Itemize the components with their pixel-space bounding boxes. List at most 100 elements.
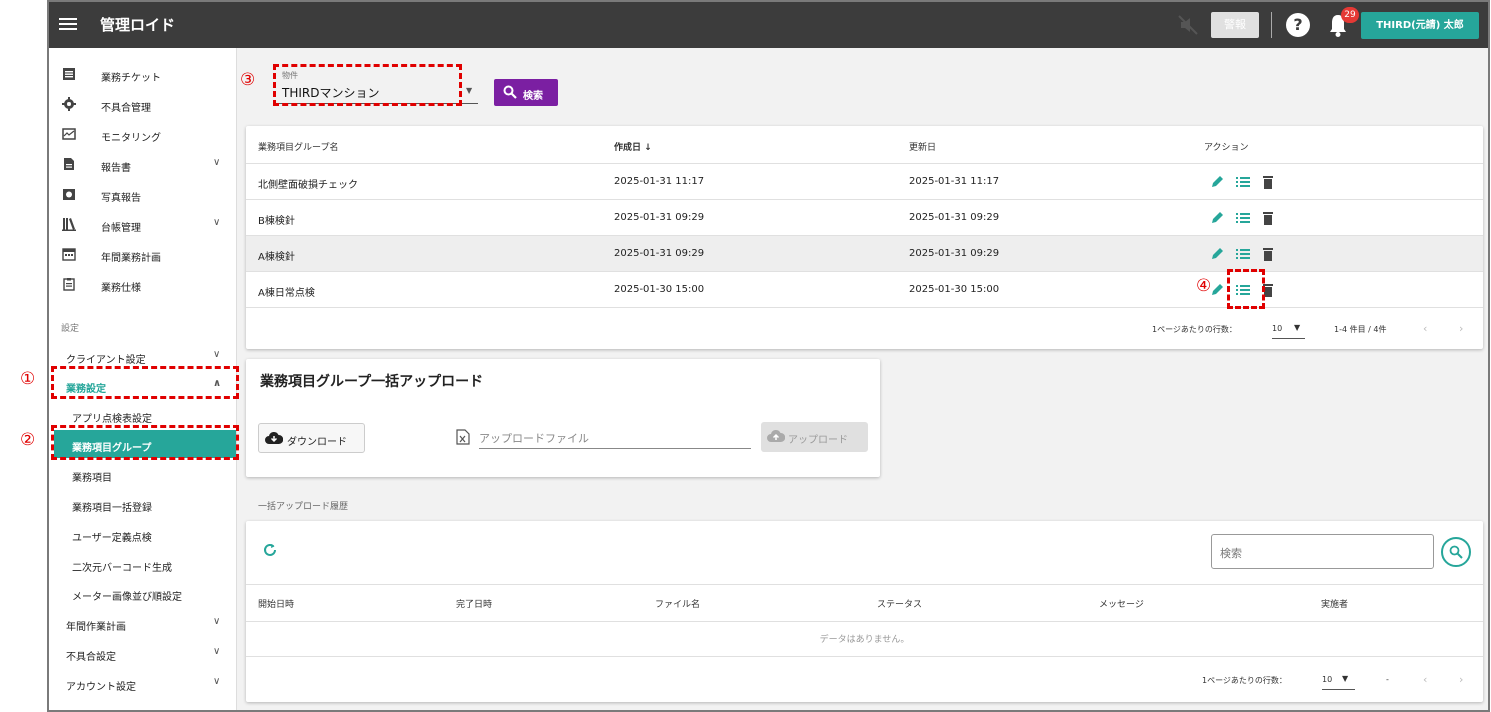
- help-icon[interactable]: ?: [1286, 13, 1310, 37]
- column-header: 業務項目グループ名: [258, 143, 339, 153]
- sidebar-item-label: 業務項目: [72, 473, 112, 484]
- sidebar-subitem-items[interactable]: 業務項目: [49, 460, 237, 488]
- table-row[interactable]: A棟検針 2025-01-31 09:29 2025-01-31 09:29: [246, 235, 1483, 271]
- chevron-down-icon: ∨: [213, 646, 221, 657]
- column-header: 実施者: [1321, 600, 1349, 610]
- clipboard-icon: [63, 278, 75, 291]
- upload-file-field[interactable]: アップロードファイル: [479, 425, 751, 449]
- excel-file-icon: [456, 429, 470, 445]
- chevron-down-icon: ∨: [213, 616, 221, 627]
- history-search-input[interactable]: 検索: [1211, 534, 1434, 569]
- search-button-label: 検索: [523, 91, 543, 102]
- sidebar-item-label: 写真報告: [101, 193, 141, 204]
- column-header: 更新日: [909, 143, 937, 153]
- dropdown-arrow-icon[interactable]: ▼: [1294, 323, 1300, 332]
- notification-badge: 29: [1341, 7, 1359, 23]
- sidebar-item-monitoring[interactable]: モニタリング: [49, 122, 237, 148]
- sidebar-item-label: メーター画像並び順設定: [72, 592, 182, 603]
- sidebar-subitem-user-defined-check[interactable]: ユーザー定義点検: [49, 520, 237, 548]
- sidebar-item-label: アプリ点検表設定: [72, 414, 152, 425]
- chevron-down-icon: ∨: [213, 349, 221, 360]
- upload-history-table: 検索 開始日時 完了日時 ファイル名 ステータス メッセージ 実施者 データはあ…: [246, 521, 1483, 702]
- next-page-icon[interactable]: ›: [1459, 322, 1463, 335]
- history-search-button[interactable]: [1441, 537, 1471, 567]
- empty-message: データはありません。: [246, 621, 1483, 657]
- sidebar-item-label: 不具合設定: [66, 652, 116, 663]
- prev-page-icon[interactable]: ‹: [1423, 322, 1427, 335]
- search-button[interactable]: 検索: [494, 79, 558, 106]
- sidebar-item-defect-settings[interactable]: 不具合設定 ∨: [49, 639, 237, 667]
- app-title: 管理ロイド: [100, 16, 176, 34]
- sidebar-item-ledger[interactable]: 台帳管理 ∨: [49, 212, 237, 238]
- list-icon[interactable]: [1235, 210, 1251, 226]
- mute-icon[interactable]: [1177, 14, 1199, 36]
- cloud-upload-icon: [767, 429, 785, 442]
- chevron-down-icon: ∨: [213, 217, 221, 228]
- page-range: 1-4 件目 / 4件: [1334, 325, 1387, 334]
- item-group-table: 業務項目グループ名 作成日 ↓ 更新日 アクション 北側壁面破損チェック 202…: [246, 126, 1483, 349]
- upload-file-placeholder: アップロードファイル: [479, 432, 589, 445]
- camera-icon: [63, 189, 75, 200]
- column-header: メッセージ: [1099, 600, 1144, 610]
- app-window: 管理ロイド 警報 ? 29 THIRD(元請) 太郎 業務チケット 不具合管理 …: [47, 0, 1490, 712]
- underline: [1322, 689, 1355, 690]
- edit-icon[interactable]: [1209, 246, 1225, 262]
- download-button[interactable]: ダウンロード: [258, 423, 365, 453]
- table-row[interactable]: A棟日常点検 2025-01-30 15:00 2025-01-30 15:00: [246, 271, 1483, 307]
- sidebar-item-label: 年間作業計画: [66, 622, 126, 633]
- sidebar-item-annual-plan[interactable]: 年間業務計画: [49, 242, 237, 268]
- edit-icon[interactable]: [1209, 210, 1225, 226]
- trash-icon[interactable]: [1260, 210, 1276, 226]
- table-row[interactable]: B棟検針 2025-01-31 09:29 2025-01-31 09:29: [246, 199, 1483, 235]
- sidebar-item-account-settings[interactable]: アカウント設定 ∨: [49, 669, 237, 697]
- sidebar-subitem-meter-order[interactable]: メーター画像並び順設定: [49, 579, 237, 607]
- list-icon[interactable]: [1235, 174, 1251, 190]
- upload-button[interactable]: アップロード: [761, 422, 868, 452]
- group-name: 北側壁面破損チェック: [258, 180, 358, 191]
- created-date: 2025-01-31 11:17: [614, 176, 705, 187]
- alarm-button[interactable]: 警報: [1211, 12, 1259, 38]
- sidebar-subitem-bulk-register[interactable]: 業務項目一括登録: [49, 490, 237, 518]
- sidebar-item-spec[interactable]: 業務仕様: [49, 272, 237, 298]
- next-page-icon[interactable]: ›: [1459, 673, 1463, 686]
- edit-icon[interactable]: [1209, 282, 1225, 298]
- chevron-down-icon: ∨: [213, 676, 221, 687]
- updated-date: 2025-01-31 11:17: [909, 176, 1000, 187]
- sidebar-item-label: モニタリング: [101, 133, 161, 144]
- dropdown-arrow-icon[interactable]: ▼: [1342, 674, 1348, 683]
- sidebar-item-defects[interactable]: 不具合管理: [49, 92, 237, 118]
- rows-per-page-select[interactable]: 10: [1272, 324, 1282, 333]
- sidebar-item-label: 業務チケット: [101, 73, 161, 84]
- trash-icon[interactable]: [1260, 174, 1276, 190]
- sidebar-item-reports[interactable]: 報告書 ∨: [49, 152, 237, 178]
- column-header-sortable[interactable]: 作成日 ↓: [614, 140, 652, 153]
- menu-icon[interactable]: [59, 15, 77, 33]
- trash-icon[interactable]: [1260, 246, 1276, 262]
- user-menu-button[interactable]: THIRD(元請) 太郎: [1361, 12, 1479, 39]
- sidebar-item-annual-work-plan[interactable]: 年間作業計画 ∨: [49, 609, 237, 637]
- group-name: A棟日常点検: [258, 288, 315, 299]
- underline: [1272, 338, 1305, 339]
- prev-page-icon[interactable]: ‹: [1423, 673, 1427, 686]
- annotation-box-2: [51, 425, 239, 460]
- sidebar-item-label: 報告書: [101, 163, 131, 174]
- sidebar-item-label: 業務仕様: [101, 283, 141, 294]
- annotation-box-1: [51, 366, 239, 399]
- refresh-icon[interactable]: [262, 542, 278, 558]
- list-icon[interactable]: [1235, 246, 1251, 262]
- sidebar-item-label: 不具合管理: [101, 103, 151, 114]
- page-range: -: [1386, 675, 1389, 684]
- chevron-down-icon: ∨: [213, 157, 221, 168]
- sidebar-item-photo-reports[interactable]: 写真報告: [49, 182, 237, 208]
- sidebar-item-tickets[interactable]: 業務チケット: [49, 62, 237, 88]
- updated-date: 2025-01-31 09:29: [909, 248, 1000, 259]
- edit-icon[interactable]: [1209, 174, 1225, 190]
- ticket-icon: [63, 68, 75, 80]
- column-header: 開始日時: [258, 600, 295, 610]
- annotation-number-4: ④: [1196, 276, 1212, 296]
- sidebar-subitem-barcode[interactable]: 二次元バーコード生成: [49, 550, 237, 578]
- created-date: 2025-01-31 09:29: [614, 248, 705, 259]
- rows-per-page-select[interactable]: 10: [1322, 675, 1332, 684]
- calendar-icon: [62, 248, 76, 261]
- table-row[interactable]: 北側壁面破損チェック 2025-01-31 11:17 2025-01-31 1…: [246, 163, 1483, 199]
